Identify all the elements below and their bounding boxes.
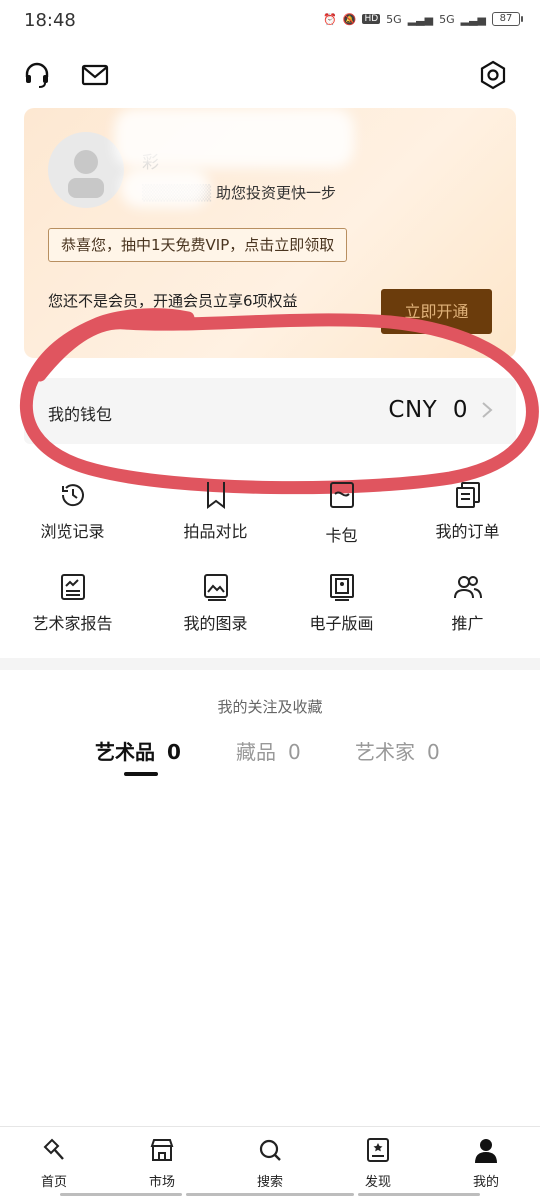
favorites-tabs: 艺术品 0 藏品 0 艺术家 0 — [0, 736, 540, 776]
nav-item-search[interactable]: 搜索 — [216, 1137, 324, 1190]
wallet-balance: CNY 0 — [388, 397, 468, 423]
home-indicator — [186, 1193, 354, 1196]
header — [0, 52, 540, 98]
grid-item-history[interactable]: 浏览记录 — [5, 474, 140, 564]
grid-item-e-print[interactable]: 电子版画 — [274, 566, 409, 656]
chevron-right-icon — [482, 402, 493, 418]
mute-icon: 🔕 — [342, 12, 357, 26]
grid-label: 卡包 — [325, 526, 358, 545]
favorites-title: 我的关注及收藏 — [217, 698, 323, 716]
network-2: 5G — [439, 12, 455, 26]
grid-item-card-wallet[interactable]: 卡包 — [274, 474, 409, 564]
signal-icon: ▂▃▅ — [407, 12, 434, 26]
nav-item-mine[interactable]: 我的 — [432, 1137, 540, 1190]
active-tab-indicator — [124, 772, 158, 776]
tab-artists[interactable]: 艺术家 0 — [355, 736, 440, 765]
users-icon — [453, 572, 483, 602]
bookmark-icon — [201, 480, 231, 510]
signal-icon-2: ▂▃▅ — [460, 12, 486, 26]
blur-mask-2 — [120, 168, 210, 208]
catalog-icon — [201, 572, 231, 602]
alarm-icon: ⏰ — [323, 12, 337, 26]
grid-item-artist-report[interactable]: 艺术家报告 — [5, 566, 140, 656]
vip-banner[interactable]: 恭喜您，抽中1天免费VIP，点击立即领取 — [48, 228, 348, 262]
nav-item-discover[interactable]: 发现 — [324, 1137, 432, 1190]
open-membership-button[interactable]: 立即开通 — [381, 289, 492, 334]
card-icon — [327, 480, 357, 510]
status-bar: 18:48 ⏰ 🔕 HD 5G ▂▃▅ 5G ▂▃▅ 87 — [0, 0, 540, 44]
report-icon — [58, 572, 88, 602]
network-1: 5G — [386, 12, 402, 26]
print-icon — [327, 572, 357, 602]
grid-label: 电子版画 — [309, 614, 374, 633]
nav-label: 我的 — [472, 1175, 499, 1190]
promo-text: 您还不是会员，开通会员立享6项权益 — [48, 292, 298, 310]
discover-icon — [365, 1137, 391, 1163]
home-indicator — [358, 1193, 480, 1196]
nav-label: 发现 — [364, 1175, 391, 1190]
status-time: 18:48 — [24, 10, 76, 31]
blur-mask — [114, 108, 354, 168]
tab-count: 0 — [427, 740, 440, 764]
tab-artworks[interactable]: 艺术品 0 — [95, 736, 181, 765]
nav-label: 首页 — [40, 1175, 67, 1190]
settings-icon[interactable] — [478, 60, 508, 90]
bottom-nav: 首页 市场 搜索 发现 我的 — [0, 1126, 540, 1200]
status-icons: ⏰ 🔕 HD 5G ▂▃▅ 5G ▂▃▅ 87 — [323, 12, 523, 26]
battery-icon: 87 — [492, 12, 523, 26]
tab-collections[interactable]: 藏品 0 — [236, 736, 301, 765]
nav-item-home[interactable]: 首页 — [0, 1137, 108, 1190]
grid-label: 我的订单 — [435, 522, 500, 541]
history-icon — [58, 480, 88, 510]
grid-label: 艺术家报告 — [32, 614, 113, 633]
headset-icon[interactable] — [22, 60, 52, 90]
wallet-row[interactable]: 我的钱包 CNY 0 — [24, 378, 516, 444]
home-indicator — [60, 1193, 182, 1196]
tab-label: 艺术品 — [95, 740, 155, 764]
order-icon — [453, 480, 483, 510]
member-card: 彩 ▒▒▒▒▒▒ 助您投资更快一步 恭喜您，抽中1天免费VIP，点击立即领取 您… — [24, 108, 516, 358]
tab-count: 0 — [167, 740, 181, 764]
nav-label: 搜索 — [256, 1175, 283, 1190]
tab-count: 0 — [288, 740, 301, 764]
store-icon — [149, 1137, 175, 1163]
wallet-label: 我的钱包 — [48, 405, 113, 424]
tab-label: 藏品 — [236, 740, 276, 764]
search-icon — [257, 1137, 283, 1163]
section-divider — [0, 658, 540, 670]
grid-label: 推广 — [451, 614, 484, 633]
tab-label: 艺术家 — [355, 740, 415, 764]
grid-item-orders[interactable]: 我的订单 — [400, 474, 535, 564]
profile-icon — [473, 1137, 499, 1163]
mail-icon[interactable] — [80, 60, 110, 90]
avatar[interactable] — [48, 132, 124, 208]
grid-item-compare[interactable]: 拍品对比 — [148, 474, 283, 564]
nav-label: 市场 — [148, 1175, 175, 1190]
avatar-icon — [68, 150, 104, 198]
grid-item-promotion[interactable]: 推广 — [400, 566, 535, 656]
nav-item-market[interactable]: 市场 — [108, 1137, 216, 1190]
grid-label: 浏览记录 — [40, 522, 105, 541]
hammer-icon — [41, 1137, 67, 1163]
hd-badge: HD — [362, 14, 381, 24]
grid-label: 拍品对比 — [183, 522, 248, 541]
grid-item-catalog[interactable]: 我的图录 — [148, 566, 283, 656]
grid-label: 我的图录 — [183, 614, 248, 633]
